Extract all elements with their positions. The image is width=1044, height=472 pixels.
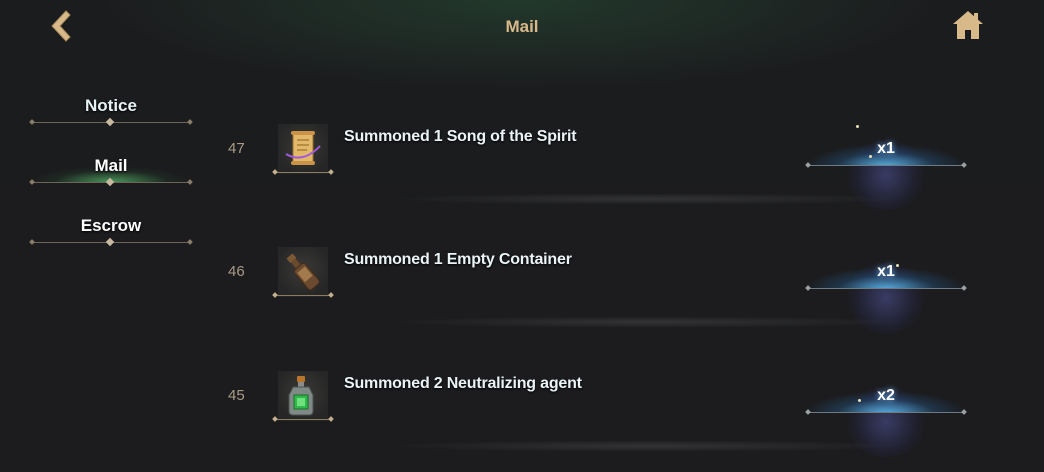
quantity-text: x1 xyxy=(877,140,895,157)
row-separator xyxy=(400,194,900,204)
sparkle xyxy=(896,264,899,267)
divider-gem xyxy=(105,117,115,127)
sparkle xyxy=(856,125,859,128)
tab-mail-label: Mail xyxy=(94,156,128,175)
mail-category-tabs: Notice Mail Escrow xyxy=(30,90,192,270)
item-slot-frame xyxy=(275,295,331,296)
item-slot xyxy=(278,371,328,421)
quantity-badge: x1 xyxy=(808,132,964,210)
quantity-divider xyxy=(808,412,964,413)
mail-description: Summoned 2 Neutralizing agent xyxy=(344,375,582,392)
mail-description: Summoned 1 Empty Container xyxy=(344,251,572,268)
item-slot-frame xyxy=(275,172,331,173)
mail-number: 45 xyxy=(228,387,245,404)
quantity-divider xyxy=(808,288,964,289)
row-separator xyxy=(400,441,900,451)
mail-number: 47 xyxy=(228,140,245,157)
home-button[interactable] xyxy=(950,8,986,42)
scroll-icon xyxy=(285,131,321,165)
top-bar: Mail xyxy=(0,0,1044,55)
tab-notice[interactable]: Notice xyxy=(30,90,192,150)
quantity-badge: x1 xyxy=(808,255,964,333)
divider-gem xyxy=(105,237,115,247)
quantity-badge: x2 xyxy=(808,379,964,457)
mail-item[interactable]: 46 Summoned 1 Empty Container x1 xyxy=(220,233,1000,333)
sparkle xyxy=(869,155,872,158)
mail-item[interactable]: 45 Summoned 2 Neutralizing agent x2 xyxy=(220,357,1000,457)
tab-notice-label: Notice xyxy=(85,96,137,115)
quantity-divider xyxy=(808,165,964,166)
tab-escrow[interactable]: Escrow xyxy=(30,210,192,270)
bottle-icon xyxy=(286,253,320,291)
row-separator xyxy=(400,317,900,327)
tab-mail[interactable]: Mail xyxy=(30,150,192,210)
quantity-text: x2 xyxy=(877,387,895,404)
mail-item[interactable]: 47 Summoned 1 Song of the Spirit x1 xyxy=(220,110,1000,210)
item-slot xyxy=(278,124,328,174)
mail-number: 46 xyxy=(228,263,245,280)
sparkle xyxy=(858,399,861,402)
item-slot xyxy=(278,247,328,297)
page-title: Mail xyxy=(505,17,539,36)
home-icon xyxy=(953,11,983,39)
item-slot-frame xyxy=(275,419,331,420)
potion-icon xyxy=(288,376,314,416)
mail-description: Summoned 1 Song of the Spirit xyxy=(344,128,577,145)
tab-escrow-label: Escrow xyxy=(80,216,142,235)
quantity-text: x1 xyxy=(877,263,895,280)
